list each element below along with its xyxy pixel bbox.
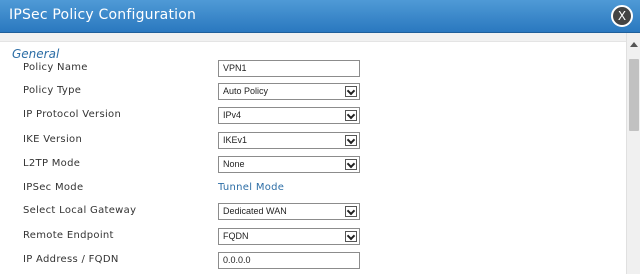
policy-type-label: Policy Type [23,85,82,96]
scroll-up-arrow-icon[interactable] [630,42,638,47]
chevron-down-icon[interactable] [345,206,357,217]
policy-name-label: Policy Name [23,62,88,73]
chevron-down-icon[interactable] [345,86,357,97]
vertical-scrollbar[interactable] [626,33,640,274]
row-l2tp-mode: L2TP Mode None [0,156,626,174]
ike-version-select[interactable]: IKEv1 [218,132,360,149]
row-ike-version: IKE Version IKEv1 [0,132,626,150]
l2tp-mode-label: L2TP Mode [23,158,81,169]
ike-version-label: IKE Version [23,134,83,145]
row-policy-name: Policy Name VPN1 [0,60,626,78]
row-select-local-gateway: Select Local Gateway Dedicated WAN [0,203,626,221]
ip-protocol-version-value: IPv4 [223,110,242,120]
row-remote-endpoint: Remote Endpoint FQDN [0,228,626,246]
local-gateway-select[interactable]: Dedicated WAN [218,203,360,220]
scrollbar-thumb[interactable] [629,59,639,131]
ike-version-value: IKEv1 [223,135,248,145]
ipsec-mode-value: Tunnel Mode [218,182,285,193]
chevron-down-icon[interactable] [345,231,357,242]
dialog-titlebar: IPSec Policy Configuration X [0,0,640,33]
ipsec-mode-label: IPSec Mode [23,182,84,193]
remote-endpoint-value: FQDN [223,231,249,241]
close-icon[interactable]: X [611,5,633,27]
ip-address-fqdn-label: IP Address / FQDN [23,254,119,265]
ip-protocol-version-select[interactable]: IPv4 [218,107,360,124]
row-ip-address-fqdn: IP Address / FQDN 0.0.0.0 [0,252,626,270]
row-policy-type: Policy Type Auto Policy [0,83,626,101]
ip-protocol-version-label: IP Protocol Version [23,109,122,120]
policy-type-select[interactable]: Auto Policy [218,83,360,100]
policy-name-input[interactable]: VPN1 [218,60,360,77]
select-local-gateway-label: Select Local Gateway [23,205,137,216]
l2tp-mode-select[interactable]: None [218,156,360,173]
row-ipsec-mode: IPSec Mode Tunnel Mode [0,180,626,198]
chevron-down-icon[interactable] [345,110,357,121]
l2tp-mode-value: None [223,159,245,169]
content-divider [0,33,626,42]
chevron-down-icon[interactable] [345,135,357,146]
dialog-title: IPSec Policy Configuration [9,7,197,23]
local-gateway-value: Dedicated WAN [223,206,287,216]
remote-endpoint-select[interactable]: FQDN [218,228,360,245]
section-title-general: General [12,47,60,61]
chevron-down-icon[interactable] [345,159,357,170]
ip-address-fqdn-input[interactable]: 0.0.0.0 [218,252,360,269]
row-ip-protocol-version: IP Protocol Version IPv4 [0,107,626,125]
remote-endpoint-label: Remote Endpoint [23,230,114,241]
policy-type-value: Auto Policy [223,86,269,96]
